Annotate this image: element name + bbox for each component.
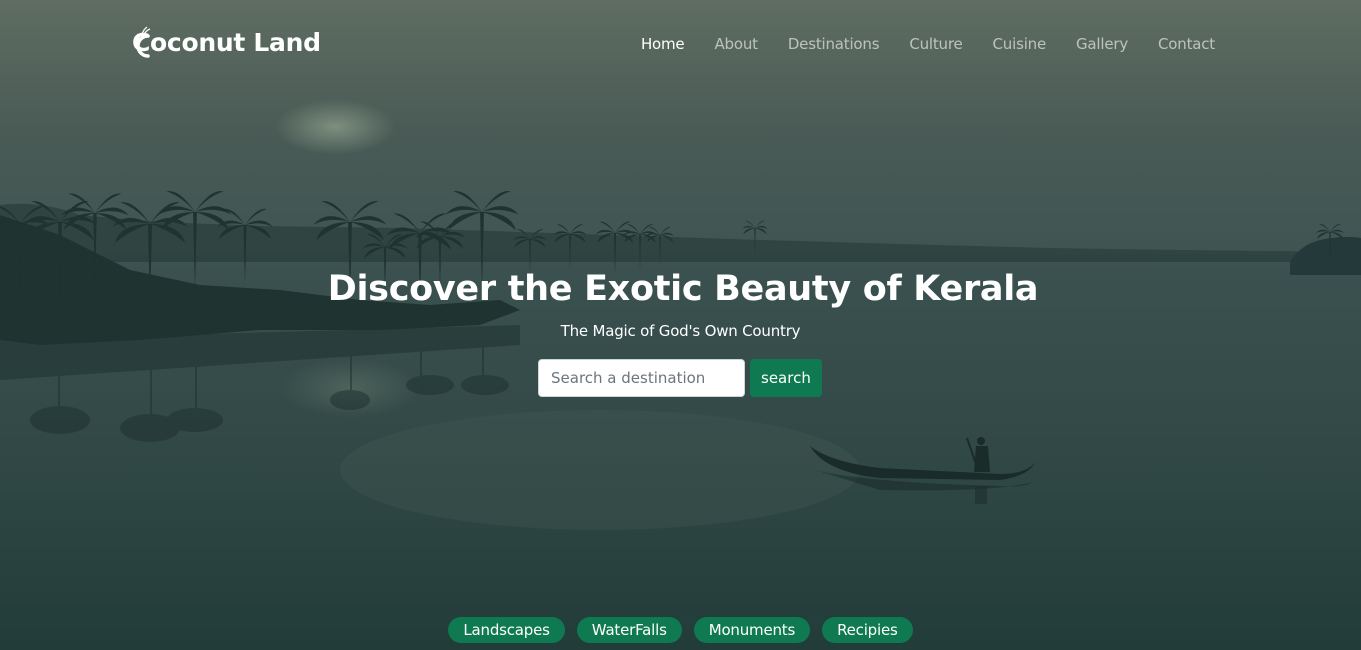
nav-link-gallery[interactable]: Gallery (1061, 33, 1143, 55)
category-pill-recipies[interactable]: Recipies (822, 617, 913, 643)
nav-link-culture[interactable]: Culture (894, 33, 977, 55)
nav-link-home[interactable]: Home (626, 33, 700, 55)
nav-links: Home About Destinations Culture Cuisine … (626, 33, 1215, 55)
category-pill-landscapes[interactable]: Landscapes (448, 617, 565, 643)
category-pills: Landscapes WaterFalls Monuments Recipies (0, 617, 1361, 643)
search-input[interactable] (538, 359, 745, 397)
hero-section: Coconut Land Home About Destinations Cul… (0, 0, 1361, 650)
category-pill-monuments[interactable]: Monuments (693, 617, 811, 643)
search-form: search (538, 359, 822, 397)
nav-link-about[interactable]: About (699, 33, 772, 55)
search-button[interactable]: search (750, 359, 822, 397)
nav-link-cuisine[interactable]: Cuisine (978, 33, 1061, 55)
main-navbar: Coconut Land Home About Destinations Cul… (0, 0, 1361, 90)
category-pill-waterfalls[interactable]: WaterFalls (576, 617, 682, 643)
brand-name: Coconut Land (132, 27, 321, 57)
hero-title: Discover the Exotic Beauty of Kerala (327, 269, 1039, 309)
hero-subtitle: The Magic of God's Own Country (560, 322, 801, 340)
brand-link[interactable]: Coconut Land (130, 24, 321, 60)
nav-link-contact[interactable]: Contact (1143, 33, 1215, 55)
nav-link-destinations[interactable]: Destinations (773, 33, 895, 55)
hero-content: Discover the Exotic Beauty of Kerala The… (0, 262, 1361, 342)
